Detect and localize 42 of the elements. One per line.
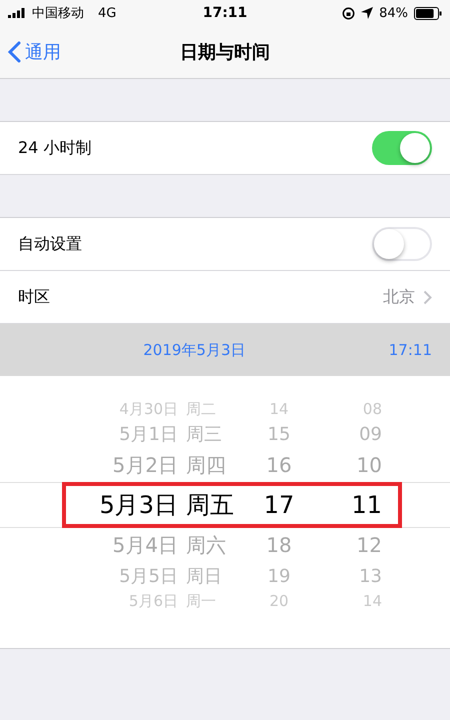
- chevron-right-icon: [423, 290, 432, 304]
- setting-label: 时区: [18, 286, 51, 308]
- carrier-name: 中国移动: [32, 5, 84, 22]
- toggle-switch[interactable]: [372, 227, 432, 261]
- back-chevron-icon: [8, 41, 21, 63]
- picker-date[interactable]: 5月2日: [92, 452, 182, 478]
- network-type: 4G: [98, 6, 116, 20]
- picker-hour[interactable]: 19: [254, 566, 304, 586]
- picker-weekday[interactable]: 周五: [182, 489, 254, 521]
- settings-row[interactable]: 24 小时制: [0, 121, 450, 175]
- picker-weekday[interactable]: 周三: [182, 422, 254, 446]
- picker-minute[interactable]: 11: [346, 491, 386, 519]
- picker-date[interactable]: 5月5日: [92, 564, 182, 588]
- picker-weekday[interactable]: 周日: [182, 564, 254, 588]
- picker-weekday[interactable]: 周六: [182, 532, 254, 558]
- setting-label: 24 小时制: [18, 138, 92, 158]
- setting-value: 北京: [383, 286, 415, 308]
- picker-date[interactable]: 5月4日: [92, 532, 182, 558]
- picker-hour[interactable]: 16: [254, 453, 304, 477]
- picker-minute[interactable]: 12: [346, 533, 386, 557]
- picker-hour[interactable]: 15: [254, 424, 304, 444]
- picker-minute[interactable]: 10: [346, 453, 386, 477]
- battery-icon: [414, 6, 442, 20]
- selected-date[interactable]: 2019年5月3日: [0, 340, 389, 360]
- selected-time[interactable]: 17:11: [388, 341, 432, 359]
- picker-date[interactable]: 5月1日: [92, 422, 182, 446]
- location-arrow-icon: [361, 7, 374, 19]
- picker-weekday[interactable]: 周四: [182, 452, 254, 478]
- battery-percentage: 84%: [379, 6, 408, 20]
- picker-minute[interactable]: 09: [346, 424, 386, 444]
- picker-date[interactable]: 5月3日: [92, 489, 182, 521]
- settings-row[interactable]: 自动设置: [0, 217, 450, 271]
- toggle-switch[interactable]: [372, 131, 432, 165]
- picker-hour[interactable]: 18: [254, 533, 304, 557]
- page-title: 日期与时间: [180, 41, 270, 64]
- rotation-lock-icon: [342, 6, 356, 20]
- clock-time: 17:11: [202, 5, 248, 21]
- back-button[interactable]: 通用: [8, 26, 61, 78]
- signal-icon: [8, 8, 26, 18]
- picker-hour[interactable]: 17: [254, 491, 304, 519]
- picker-minute[interactable]: 13: [346, 566, 386, 586]
- setting-label: 自动设置: [18, 234, 83, 254]
